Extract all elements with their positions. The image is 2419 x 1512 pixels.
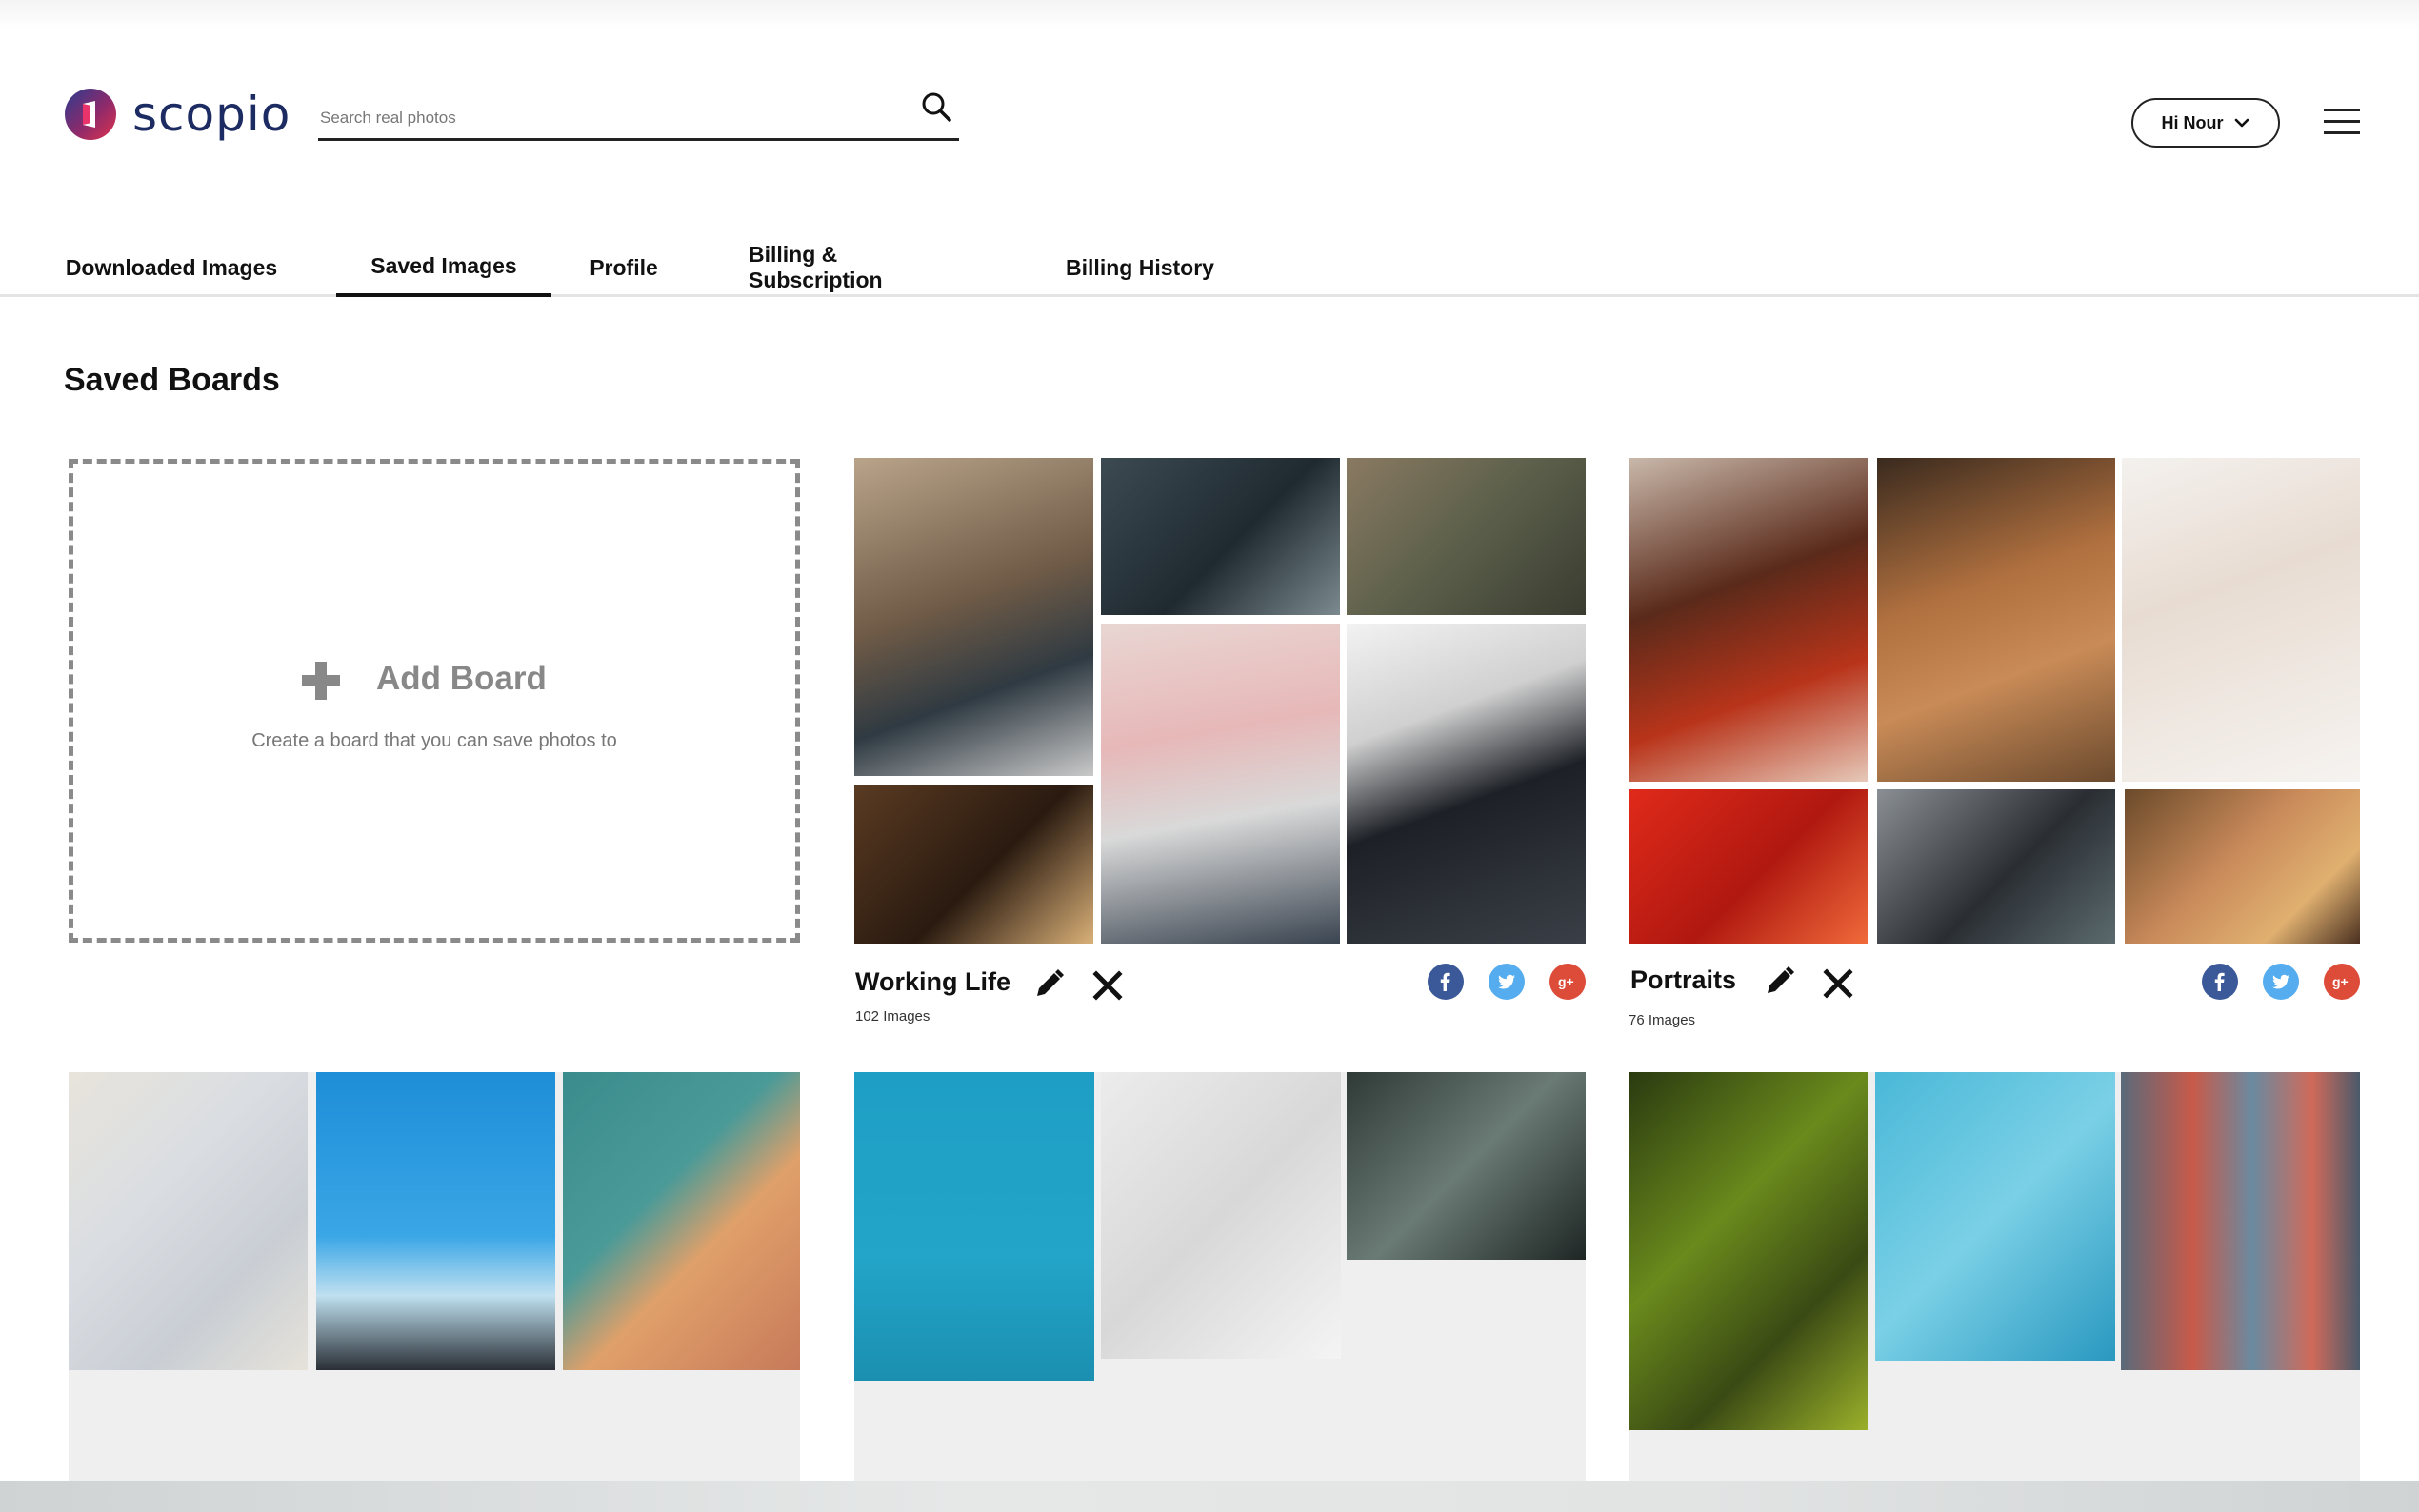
board-architecture-collage[interactable] [69,1072,800,1512]
board-photo [1629,789,1868,944]
board-portraits-collage[interactable] [1629,458,2360,944]
add-board-card[interactable]: Add Board Create a board that you can sa… [69,459,800,943]
board-photo [1875,1072,2115,1361]
close-icon[interactable] [1091,969,1124,1002]
hamburger-menu-icon[interactable] [2324,109,2360,137]
add-board-subtitle: Create a board that you can save photos … [251,730,617,751]
twitter-share-icon[interactable] [1489,964,1525,1000]
google-plus-share-icon[interactable]: g+ [2324,964,2360,1000]
board-emotions-collage[interactable] [854,1072,1586,1512]
board-image-count: 102 Images [855,1008,930,1025]
svg-text:g+: g+ [1558,974,1574,989]
board-photo [2125,789,2360,944]
board-photo [1101,458,1340,615]
logo-text: scopio [132,87,291,142]
board-photo [1629,458,1868,782]
board-working-life-collage[interactable] [854,458,1586,944]
top-strip [0,0,2419,30]
search-input[interactable] [320,101,891,135]
tab-billing-subscription[interactable]: Billing & Subscription [749,238,975,297]
user-greeting: Hi Nour [2161,112,2224,132]
logo-mark-icon [65,89,116,140]
bottom-fade [0,1481,2419,1512]
board-photo [1347,624,1586,944]
search-icon[interactable] [919,90,953,124]
tab-downloaded-images[interactable]: Downloaded Images [61,238,282,297]
board-photo [69,1072,308,1370]
board-photo [563,1072,800,1370]
tab-profile[interactable]: Profile [588,238,660,297]
board-photo [1347,458,1586,615]
board-name: Portraits [1630,965,1737,994]
tab-billing-history[interactable]: Billing History [1065,238,1215,297]
board-photo [1877,458,2115,782]
user-menu-button[interactable]: Hi Nour [2131,98,2280,148]
tab-saved-images[interactable]: Saved Images [336,238,551,297]
board-photo [2121,1072,2360,1370]
google-plus-share-icon[interactable]: g+ [1549,964,1586,1000]
board-photo [854,785,1093,944]
chevron-down-icon [2234,118,2249,128]
account-tabs: Downloaded Images Saved Images Profile B… [0,238,2419,297]
board-photo [1629,1072,1868,1430]
board-photo [1101,624,1340,944]
page-title: Saved Boards [64,362,280,398]
facebook-share-icon[interactable] [1428,964,1464,1000]
board-photo [854,1072,1094,1381]
twitter-share-icon[interactable] [2263,964,2299,1000]
board-image-count: 76 Images [1629,1012,1696,1028]
board-photo [854,458,1093,776]
plus-icon [302,662,340,700]
close-icon[interactable] [1822,967,1854,1000]
board-textures-collage[interactable] [1629,1072,2360,1512]
board-photo [1347,1072,1586,1260]
svg-text:g+: g+ [2332,974,2349,989]
board-photo [316,1072,555,1370]
add-board-title: Add Board [376,660,547,697]
scopio-logo[interactable]: scopio [64,88,290,141]
board-photo [1877,789,2115,944]
pencil-icon[interactable] [1030,966,1067,1003]
facebook-share-icon[interactable] [2202,964,2238,1000]
board-photo [2122,458,2360,782]
board-photo [1101,1072,1341,1359]
search-bar [318,88,959,141]
board-name: Working Life [855,967,1011,996]
pencil-icon[interactable] [1761,964,1797,1000]
